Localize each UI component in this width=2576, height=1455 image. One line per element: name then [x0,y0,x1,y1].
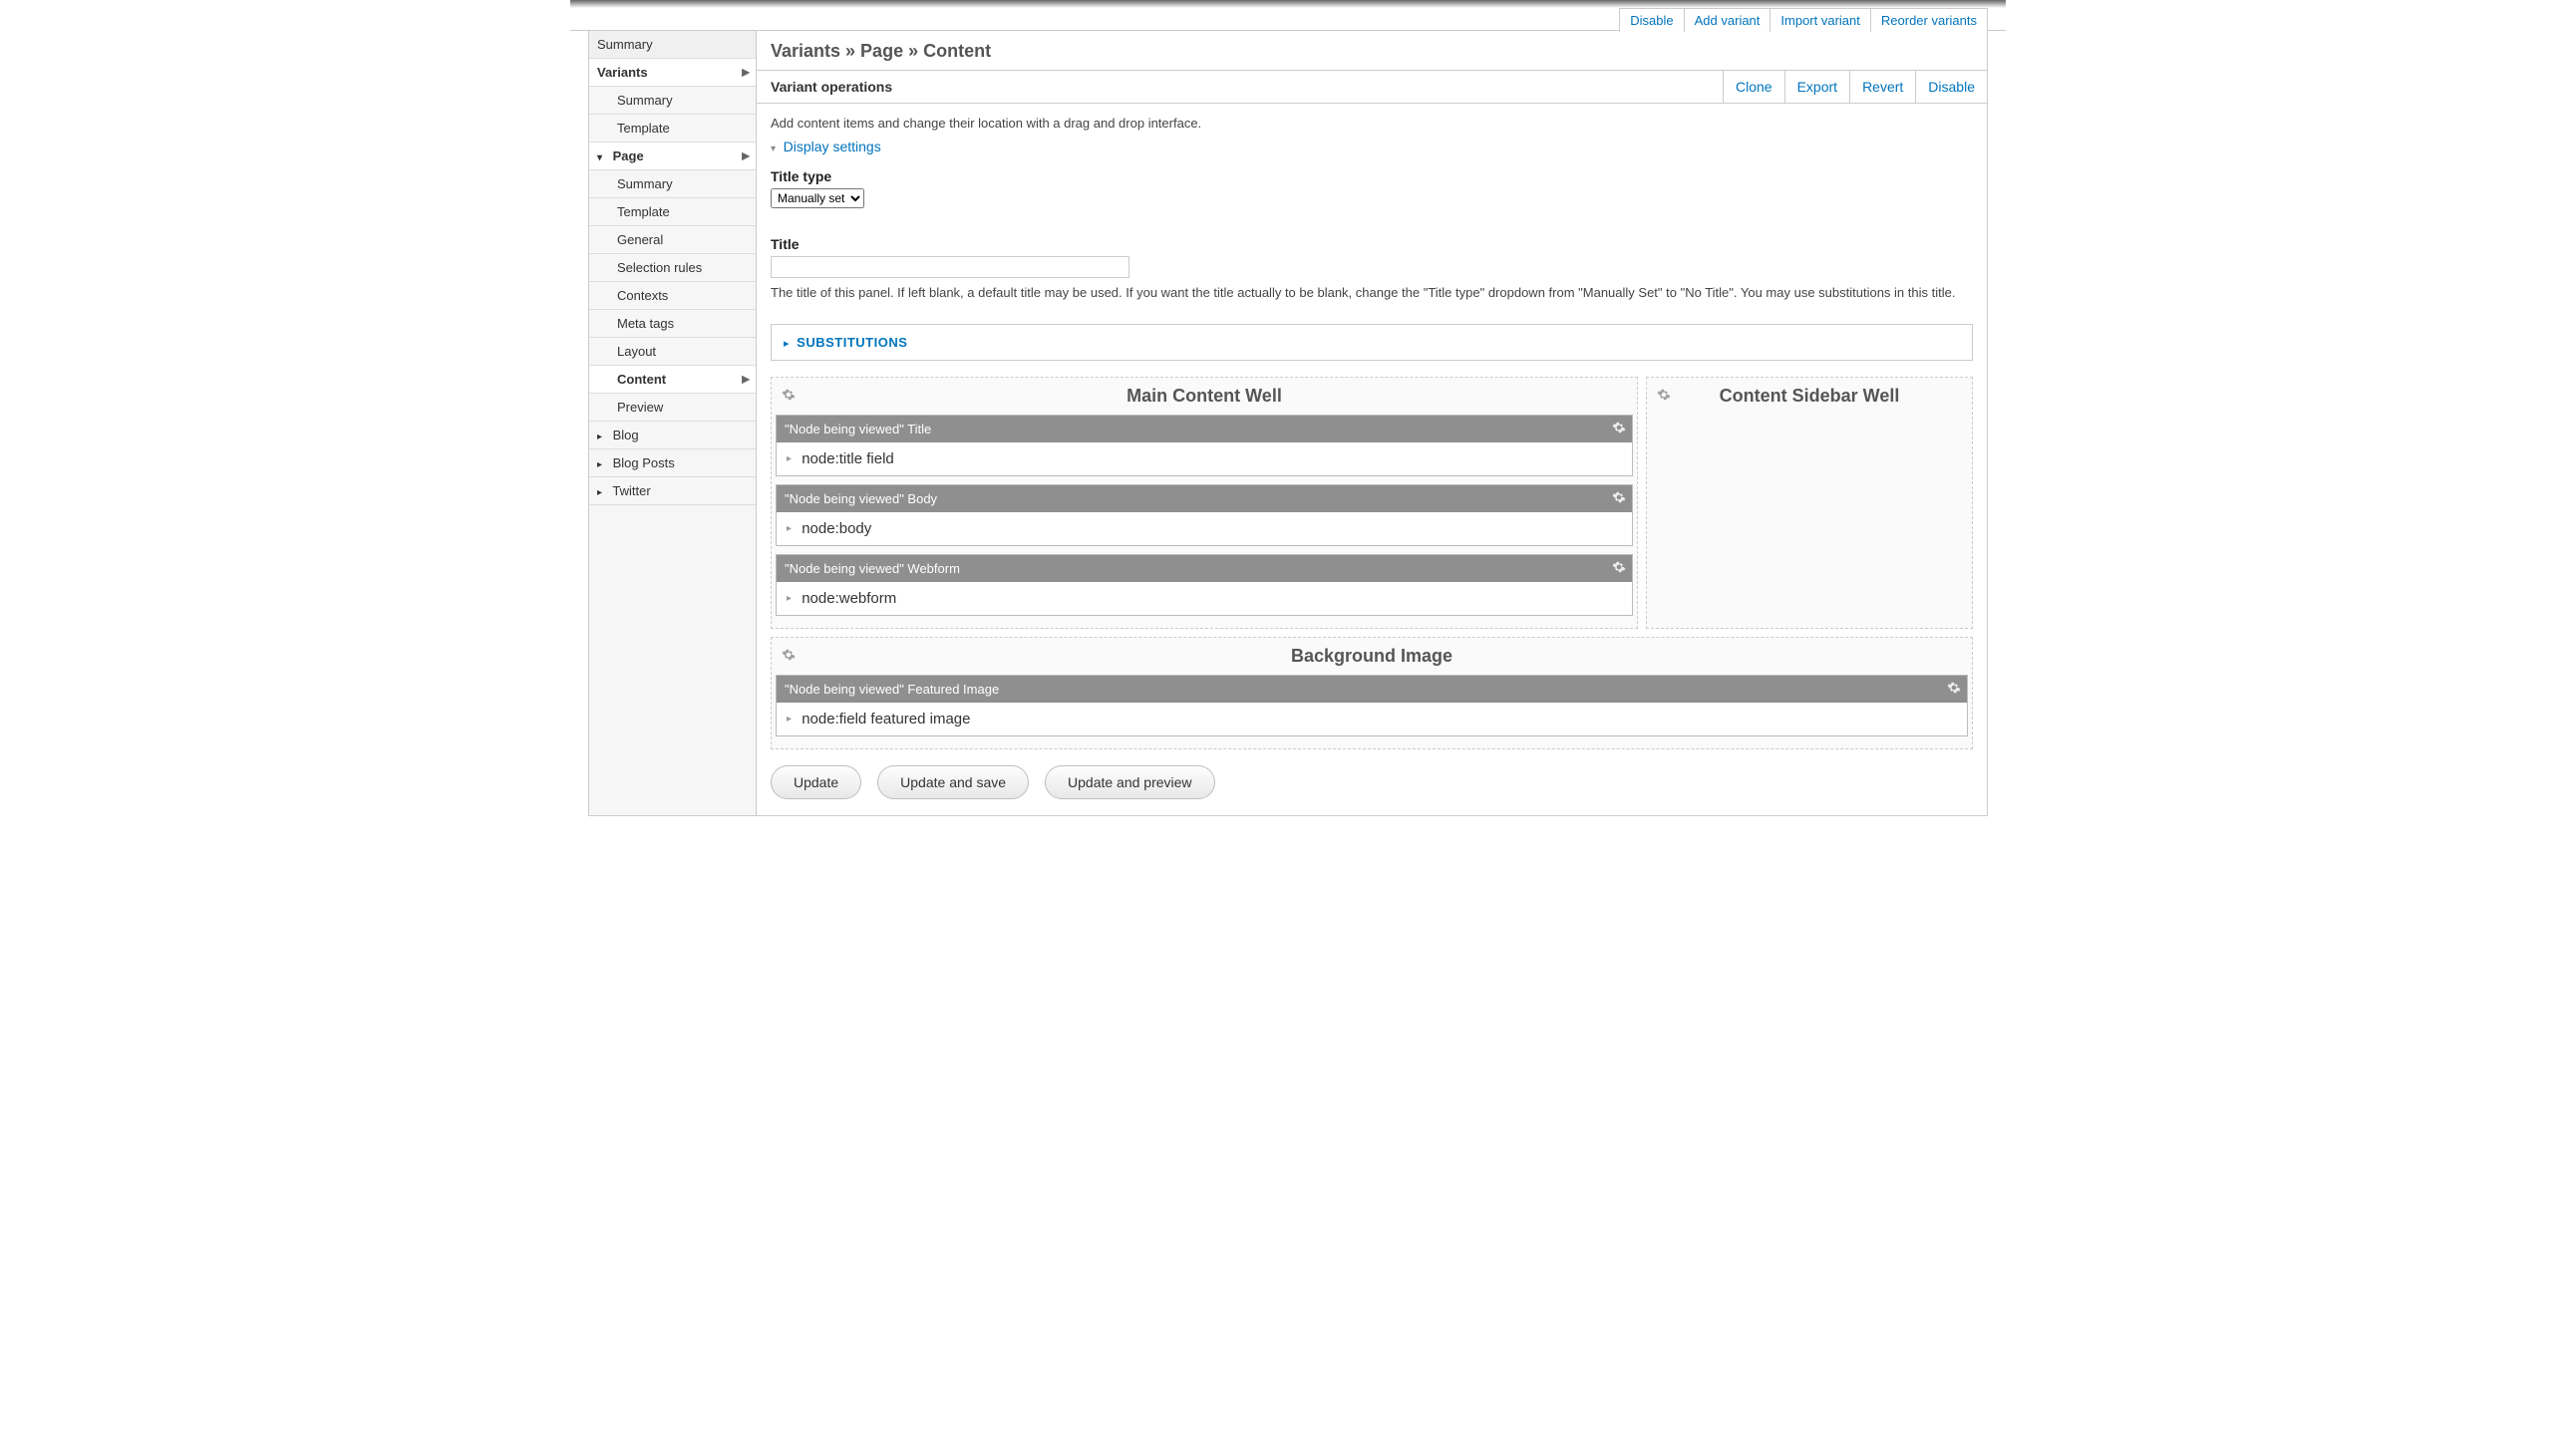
sidebar-item-variants-template[interactable]: Template [589,115,756,143]
sidebar-item-page-selection-rules[interactable]: Selection rules [589,254,756,282]
variant-operations-bar: Variant operations Clone Export Revert D… [757,71,1987,104]
gear-icon[interactable] [1612,490,1626,504]
gear-icon[interactable] [1612,421,1626,435]
tab-add-variant[interactable]: Add variant [1684,8,1771,32]
sidebar-item-label: Blog Posts [613,455,675,470]
sidebar-item-page-layout[interactable]: Layout [589,338,756,366]
region-content-sidebar-well: Content Sidebar Well [1646,377,1973,629]
substitutions-box: Substitutions [771,324,1973,361]
pane-header-label: "Node being viewed" Body [785,491,937,506]
sidebar-item-blog-posts[interactable]: ▸ Blog Posts [589,449,756,477]
gear-icon[interactable] [1947,681,1961,695]
tab-import-variant[interactable]: Import variant [1770,8,1870,32]
caret-right-icon: ▸ [597,432,607,442]
tab-reorder-variants[interactable]: Reorder variants [1870,8,1988,32]
sidebar-item-summary[interactable]: Summary [589,31,756,59]
title-type-select[interactable]: Manually set [771,188,864,208]
chevron-right-icon: ▶ [742,67,750,78]
caret-down-icon [771,140,780,154]
caret-right-icon: ▸ [597,487,607,498]
caret-right-icon: ▸ [787,593,792,604]
variant-revert-link[interactable]: Revert [1849,71,1915,103]
pane-node-webform[interactable]: "Node being viewed" Webform ▸ node:webfo… [776,554,1633,616]
update-save-button[interactable]: Update and save [877,765,1029,799]
chevron-right-icon: ▶ [742,150,750,161]
display-settings-toggle[interactable]: Display settings [771,139,1973,154]
substitutions-label: Substitutions [797,335,907,350]
gear-icon[interactable] [1657,388,1671,402]
sidebar-item-label: Twitter [612,483,650,498]
caret-right-icon: ▸ [787,714,792,725]
top-tabs: Disable Add variant Import variant Reord… [570,8,2006,31]
title-label: Title [771,236,1973,252]
region-background-image: Background Image "Node being viewed" Fea… [771,637,1973,749]
sidebar-item-label: Variants [597,65,648,80]
title-type-label: Title type [771,168,1973,184]
pane-header-label: "Node being viewed" Featured Image [785,682,999,697]
variant-disable-link[interactable]: Disable [1915,71,1987,103]
tab-disable[interactable]: Disable [1619,8,1684,32]
sidebar-item-variants-summary[interactable]: Summary [589,87,756,115]
substitutions-toggle[interactable]: Substitutions [784,335,907,350]
gear-icon[interactable] [782,388,796,402]
intro-text: Add content items and change their locat… [771,116,1973,131]
caret-right-icon: ▸ [787,453,792,464]
region-main-content-well: Main Content Well "Node being viewed" Ti… [771,377,1638,629]
region-title: Main Content Well [1127,386,1282,406]
caret-down-icon: ▾ [597,152,607,163]
chevron-right-icon: ▶ [742,374,750,385]
region-title: Content Sidebar Well [1720,386,1900,406]
variant-operations-label: Variant operations [757,71,1723,103]
caret-right-icon [784,335,794,350]
breadcrumb: Variants » Page » Content [757,31,1987,71]
update-button[interactable]: Update [771,765,861,799]
pane-header-label: "Node being viewed" Webform [785,561,960,576]
sidebar-item-label: Blog [613,428,639,442]
pane-body-text: node:field featured image [802,711,970,728]
sidebar-item-page-meta-tags[interactable]: Meta tags [589,310,756,338]
title-description: The title of this panel. If left blank, … [771,284,1973,302]
sidebar-item-page-contexts[interactable]: Contexts [589,282,756,310]
sidebar-item-label: Page [613,148,644,163]
title-input[interactable] [771,256,1129,278]
sidebar-nav: Summary Variants ▶ Summary Template ▾ Pa… [589,31,757,815]
pane-node-title[interactable]: "Node being viewed" Title ▸ node:title f… [776,415,1633,476]
sidebar-item-page-preview[interactable]: Preview [589,394,756,422]
sidebar-item-page-content[interactable]: Content ▶ [589,366,756,394]
pane-body-text: node:title field [802,450,894,467]
variant-clone-link[interactable]: Clone [1723,71,1784,103]
gear-icon[interactable] [1612,560,1626,574]
pane-node-featured-image[interactable]: "Node being viewed" Featured Image ▸ nod… [776,675,1968,736]
sidebar-item-twitter[interactable]: ▸ Twitter [589,477,756,505]
region-title: Background Image [1291,646,1452,666]
sidebar-item-page[interactable]: ▾ Page ▶ [589,143,756,170]
display-settings-label: Display settings [784,139,881,154]
sidebar-item-page-summary[interactable]: Summary [589,170,756,198]
sidebar-item-blog[interactable]: ▸ Blog [589,422,756,449]
sidebar-item-page-general[interactable]: General [589,226,756,254]
sidebar-item-variants[interactable]: Variants ▶ [589,59,756,87]
variant-export-link[interactable]: Export [1784,71,1849,103]
caret-right-icon: ▸ [787,523,792,534]
pane-header-label: "Node being viewed" Title [785,422,931,436]
caret-right-icon: ▸ [597,459,607,470]
pane-node-body[interactable]: "Node being viewed" Body ▸ node:body [776,484,1633,546]
sidebar-item-page-template[interactable]: Template [589,198,756,226]
update-preview-button[interactable]: Update and preview [1045,765,1215,799]
pane-body-text: node:body [802,520,871,537]
sidebar-item-label: Content [617,372,666,387]
pane-body-text: node:webform [802,590,896,607]
gear-icon[interactable] [782,648,796,662]
